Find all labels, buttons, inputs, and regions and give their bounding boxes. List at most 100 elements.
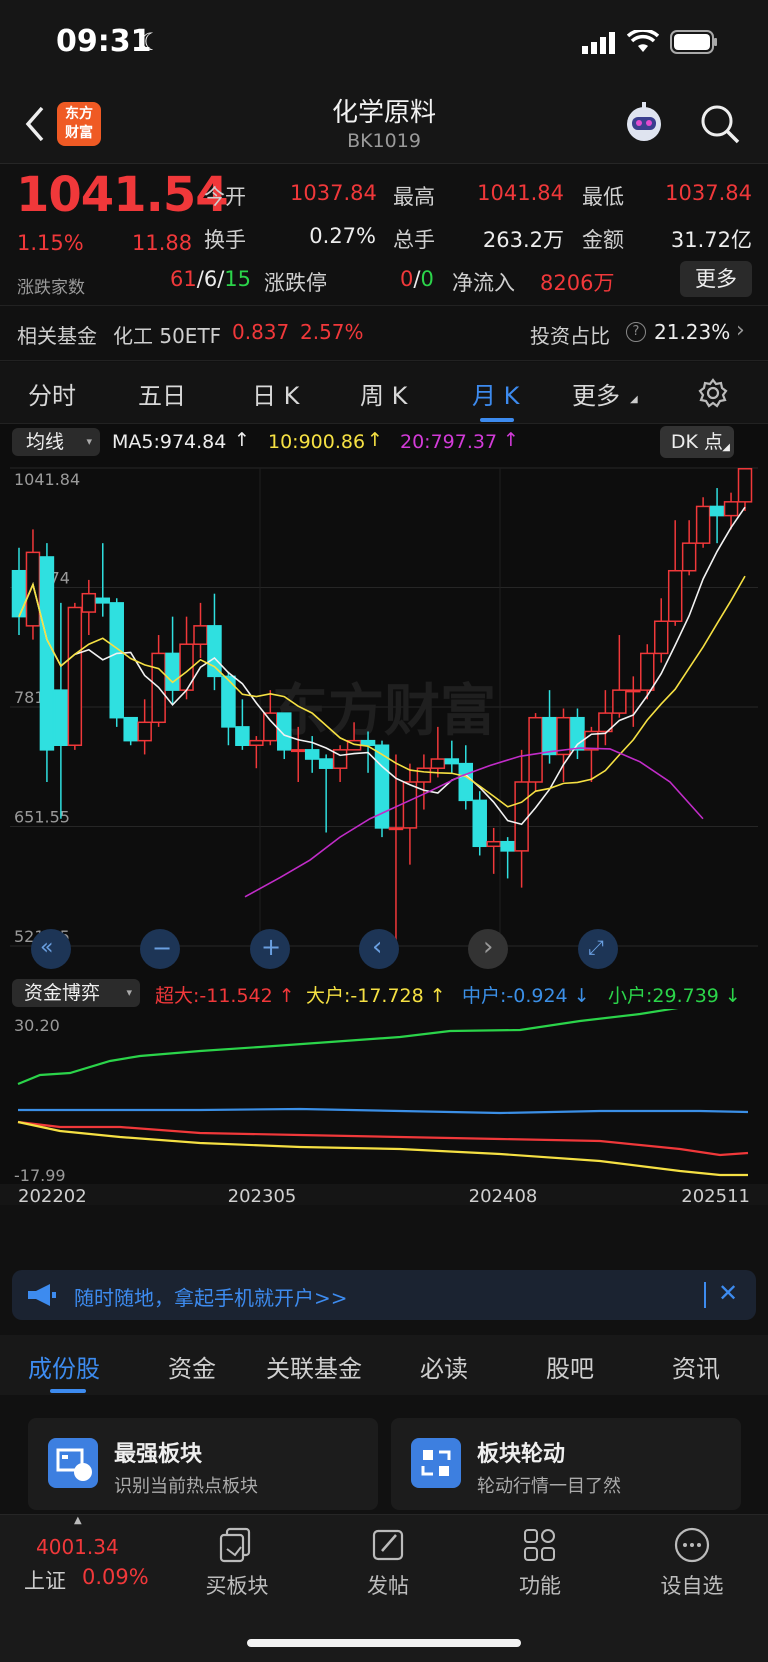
dk-point-button[interactable]: DK 点 ◢ xyxy=(660,426,734,458)
fullscreen-button[interactable]: ⤢ xyxy=(578,929,618,969)
tab-weekly-k[interactable]: 周 K xyxy=(360,376,407,411)
caret-up-icon: ▲ xyxy=(74,1515,82,1526)
functions-button[interactable]: 功能 xyxy=(500,1525,580,1600)
y-tick-label: 1041.84 xyxy=(14,470,80,489)
amount-value: 31.72亿 xyxy=(670,228,752,252)
candle-up xyxy=(695,505,711,544)
candle-up xyxy=(388,827,404,831)
search-icon[interactable] xyxy=(700,104,740,144)
candle-down xyxy=(95,597,111,604)
tab-news[interactable]: 资讯 xyxy=(672,1349,720,1384)
candle-up xyxy=(626,689,641,693)
tab-daily-k[interactable]: 日 K xyxy=(252,376,299,411)
wifi-icon xyxy=(627,30,659,52)
add-watchlist-button[interactable]: 设自选 xyxy=(652,1525,732,1600)
battery-icon xyxy=(670,30,717,54)
x-axis-band xyxy=(0,1184,768,1205)
tab-intraday[interactable]: 分时 xyxy=(28,376,76,411)
volume-value: 263.2万 xyxy=(482,228,564,252)
scroll-right-button[interactable]: › xyxy=(468,929,508,969)
fund-name: 化工 50ETF xyxy=(113,324,222,348)
ma10-arrow-icon: ↑ xyxy=(367,429,383,451)
candle-down xyxy=(472,799,487,848)
clock: 09:31 xyxy=(56,24,152,59)
robot-assistant-icon[interactable] xyxy=(622,100,666,146)
zoom-in-button[interactable]: + xyxy=(250,929,290,969)
tab-more[interactable]: 更多 xyxy=(572,376,620,411)
feature-cards: 最强板块 识别当前热点板块 板块轮动 轮动行情一目了然 xyxy=(0,1396,768,1514)
more-button[interactable]: 更多 xyxy=(680,261,752,297)
tab-must-read[interactable]: 必读 xyxy=(420,1349,468,1384)
edit-icon xyxy=(372,1529,404,1561)
candle-down xyxy=(207,625,222,678)
related-fund-row[interactable]: 相关基金 化工 50ETF 0.837 2.57% 投资占比 ? 21.23% … xyxy=(0,305,768,361)
quote-panel: 1041.54 1.15% 11.88 涨跌家数 61/6/15 今开 1037… xyxy=(0,165,768,305)
kline-chart[interactable]: 均线 ▾ MA5:974.84 ↑ 10:900.86 ↑ 20:797.37 ↑… xyxy=(0,424,768,979)
sector-rotation-card[interactable]: 板块轮动 轮动行情一目了然 xyxy=(391,1418,741,1510)
help-icon[interactable]: ? xyxy=(626,322,646,342)
x-axis-label: 202305 xyxy=(228,1186,297,1205)
change-value: 11.88 xyxy=(132,231,193,255)
ratio-label: 投资占比 xyxy=(530,324,610,348)
candle-up xyxy=(528,716,543,783)
candle-down xyxy=(458,762,474,802)
medium-label: 中户:-0.924 ↓ xyxy=(462,985,590,1007)
section-tabs: 成份股 资金 关联基金 必读 股吧 资讯 xyxy=(0,1335,768,1395)
flow-indicator-select[interactable]: 资金博弈 ▾ xyxy=(12,979,140,1007)
medium-flow-line xyxy=(18,1107,749,1115)
subtab-active-indicator xyxy=(50,1389,86,1393)
post-button[interactable]: 发帖 xyxy=(348,1525,428,1600)
tab-five-day[interactable]: 五日 xyxy=(138,376,186,411)
indicator-select[interactable]: 均线 ▾ xyxy=(12,428,100,456)
tab-monthly-k[interactable]: 月 K xyxy=(472,376,519,411)
capital-flow-panel[interactable]: 资金博弈 ▾ 超大:-11.542 ↑ 大户:-17.728 ↑ 中户:-0.92… xyxy=(0,979,768,1205)
zoom-out-button[interactable]: − xyxy=(140,929,180,969)
candle-up xyxy=(25,551,41,627)
home-indicator xyxy=(247,1639,521,1647)
strongest-sector-card[interactable]: 最强板块 识别当前热点板块 xyxy=(28,1418,378,1510)
rotation-icon xyxy=(411,1438,461,1488)
tab-constituents[interactable]: 成份股 xyxy=(28,1349,100,1384)
period-tabs: 分时 五日 日 K 周 K 月 K 更多 ◢ xyxy=(0,362,768,424)
buy-sector-button[interactable]: 买板块 xyxy=(197,1525,277,1600)
settings-icon[interactable] xyxy=(698,378,728,408)
close-icon[interactable]: ✕ xyxy=(718,1279,738,1307)
tab-capital[interactable]: 资金 xyxy=(168,1349,216,1384)
tab-active-indicator xyxy=(480,418,514,422)
candle-up xyxy=(67,606,83,747)
fund-price: 0.837 xyxy=(232,320,290,344)
tab-related-fund[interactable]: 关联基金 xyxy=(266,1349,362,1384)
candle-down xyxy=(709,505,725,517)
grid-icon xyxy=(524,1529,555,1561)
candle-down xyxy=(542,716,557,756)
more-circle-icon xyxy=(674,1527,710,1563)
index-value: 4001.34 xyxy=(36,1535,119,1559)
amount-label: 金额 xyxy=(582,228,624,252)
candle-down xyxy=(11,569,27,618)
open-account-banner[interactable]: 随时随地，拿起手机就开户>> ✕ xyxy=(12,1270,756,1320)
netflow-value: 8206万 xyxy=(540,271,615,295)
candle-down xyxy=(123,716,138,742)
candle-down xyxy=(304,749,320,760)
candle-up xyxy=(653,620,669,655)
rewind-button[interactable]: « xyxy=(31,929,71,969)
fund-pct: 2.57% xyxy=(300,320,364,344)
candle-down xyxy=(500,840,515,852)
open-value: 1037.84 xyxy=(290,181,377,205)
turnover-value: 0.27% xyxy=(309,224,376,248)
tab-forum[interactable]: 股吧 xyxy=(546,1349,594,1384)
candle-up xyxy=(737,468,753,503)
market-index-widget[interactable]: ▲ 4001.34 上证 0.09% xyxy=(20,1515,170,1595)
limit-counts: 0/0 xyxy=(400,267,434,291)
candle-down xyxy=(39,556,55,751)
candle-down xyxy=(444,758,460,765)
ma10-label: 10:900.86 xyxy=(268,431,366,453)
sector-chart-icon xyxy=(48,1438,98,1488)
small-label: 小户:29.739 ↓ xyxy=(608,985,741,1007)
ma20-label: 20:797.37 xyxy=(400,431,498,453)
kline-plot: 1041.84911.74781.65651.55521.45东方财富 xyxy=(10,467,758,947)
candle-up xyxy=(667,569,683,622)
scroll-left-button[interactable]: ‹ xyxy=(359,929,399,969)
small-flow-line xyxy=(17,1009,679,1086)
index-name: 上证 xyxy=(24,1569,66,1593)
